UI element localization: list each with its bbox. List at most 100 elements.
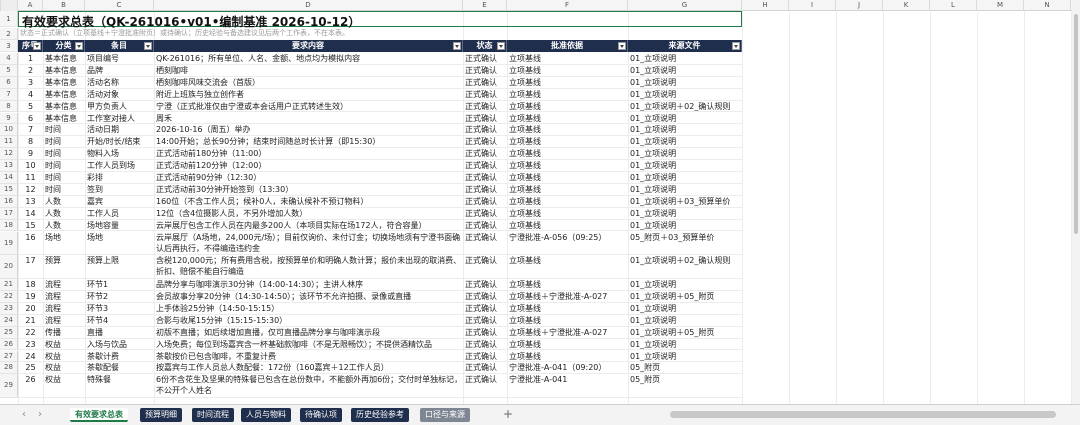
cell-no[interactable]: 22 (18, 327, 43, 339)
header-cell[interactable]: 来源文件 (628, 40, 742, 52)
row-header-18[interactable]: 18 (0, 219, 18, 232)
cell-content[interactable]: 云岸展厅（A场地，24,000元/场）；目前仅询价、未付订金；切换场地须有宁澄书… (154, 232, 463, 256)
row-header-19[interactable]: 19 (0, 231, 18, 256)
row-header-1[interactable]: 1 (0, 11, 18, 27)
cell-source[interactable]: 01_立项说明 (628, 279, 742, 291)
cell-item[interactable]: 茶歇配餐 (85, 362, 154, 375)
cell-status[interactable]: 正式确认 (463, 89, 507, 101)
cell-status[interactable]: 正式确认 (463, 208, 507, 220)
cell-no[interactable]: 16 (18, 232, 43, 256)
sheet-tab[interactable]: 有效要求总表 (70, 408, 128, 422)
cell-basis[interactable]: 立项基线 (507, 184, 628, 196)
cell-cat[interactable]: 权益 (43, 351, 85, 363)
cell-basis[interactable]: 立项基线 (507, 113, 628, 125)
filter-dropdown-icon[interactable] (618, 42, 626, 50)
cell-content[interactable]: 周禾 (154, 113, 463, 125)
cell-status[interactable]: 正式确认 (463, 101, 507, 113)
cell-no[interactable]: 23 (18, 339, 43, 351)
row-header-25[interactable]: 25 (0, 326, 18, 339)
row-header-15[interactable]: 15 (0, 183, 18, 196)
cell-item[interactable]: 项目编号 (85, 53, 154, 65)
row-header-29[interactable]: 29 (0, 374, 18, 399)
row-header-5[interactable]: 5 (0, 64, 18, 77)
cell-cat[interactable]: 人数 (43, 196, 85, 208)
cell-no[interactable]: 2 (18, 65, 43, 77)
cell-source[interactable]: 01_立项说明 (628, 351, 742, 363)
cell-status[interactable]: 正式确认 (463, 172, 507, 184)
row-header-24[interactable]: 24 (0, 314, 18, 327)
cell-item[interactable]: 甲方负责人 (85, 101, 154, 113)
row-header-10[interactable]: 10 (0, 124, 18, 137)
cell-cat[interactable]: 基本信息 (43, 101, 85, 113)
cell-source[interactable]: 01_立项说明 (628, 208, 742, 220)
cell-basis[interactable]: 立项基线 (507, 53, 628, 65)
row-header-9[interactable]: 9 (0, 112, 18, 125)
cell-status[interactable]: 正式确认 (463, 362, 507, 375)
cell-basis[interactable]: 立项基线 (507, 65, 628, 77)
cell-content[interactable]: 合影与收尾15分钟（15:15-15:30） (154, 315, 463, 327)
cell-source[interactable]: 01_立项说明＋02_确认规则 (628, 255, 742, 280)
row-header-26[interactable]: 26 (0, 338, 18, 351)
cell-no[interactable]: 13 (18, 196, 43, 208)
row-header-2[interactable]: 2 (0, 28, 18, 40)
filter-dropdown-icon[interactable] (453, 42, 461, 50)
cell-cat[interactable]: 基本信息 (43, 53, 85, 65)
cell-cat[interactable]: 基本信息 (43, 113, 85, 125)
cell-item[interactable]: 入场与饮品 (85, 339, 154, 351)
cell-content[interactable]: 按嘉宾与工作人员总人数配餐：172份（160嘉宾＋12工作人员） (154, 362, 463, 375)
cell-content[interactable]: 栖刻咖啡 (154, 65, 463, 77)
column-header-m[interactable]: M (977, 0, 1024, 11)
cell-cat[interactable]: 流程 (43, 291, 85, 303)
cell-basis[interactable]: 立项基线 (507, 279, 628, 291)
cell-basis[interactable]: 立项基线 (507, 220, 628, 232)
cell-source[interactable]: 05_附页 (628, 362, 742, 375)
cell-source[interactable]: 01_立项说明 (628, 136, 742, 149)
cell-content[interactable]: QK-261016；所有单位、人名、金额、地点均为模拟内容 (154, 53, 463, 65)
cell-cat[interactable]: 人数 (43, 220, 85, 232)
cell-status[interactable]: 正式确认 (463, 374, 507, 399)
cell-content[interactable]: 宁澄（正式批准仅由宁澄或本会话用户正式转述生效） (154, 101, 463, 113)
cell-content[interactable]: 上手体验25分钟（14:50-15:15） (154, 303, 463, 315)
cell-no[interactable]: 3 (18, 77, 43, 89)
cell-item[interactable]: 物料入场 (85, 148, 154, 161)
cell-no[interactable]: 4 (18, 89, 43, 101)
cell-content[interactable]: 附近上班族与独立创作者 (154, 89, 463, 101)
cell-source[interactable]: 05_附页 (628, 374, 742, 399)
cell-content[interactable]: 正式活动前90分钟（12:30） (154, 172, 463, 184)
cell-basis[interactable]: 宁澄批准-A-056（09:25） (507, 232, 628, 256)
cell-basis[interactable]: 立项基线 (507, 148, 628, 161)
cell-basis[interactable]: 宁澄批准-A-041 (507, 374, 628, 399)
cell-source[interactable]: 01_立项说明 (628, 148, 742, 161)
row-header-28[interactable]: 28 (0, 362, 18, 375)
cell-content[interactable]: 正式活动前30分钟开始签到（13:30） (154, 184, 463, 196)
row-header-8[interactable]: 8 (0, 100, 18, 113)
cell-item[interactable]: 茶歇计费 (85, 351, 154, 363)
filter-dropdown-icon[interactable] (732, 42, 740, 50)
tab-next-icon[interactable]: › (34, 409, 46, 421)
cell-item[interactable]: 环节3 (85, 303, 154, 315)
cell-content[interactable]: 2026-10-16（周五）举办 (154, 124, 463, 137)
cell-status[interactable]: 正式确认 (463, 113, 507, 125)
row-header-13[interactable]: 13 (0, 160, 18, 172)
cell-no[interactable]: 7 (18, 124, 43, 137)
column-header-i[interactable]: I (789, 0, 836, 11)
cell-status[interactable]: 正式确认 (463, 303, 507, 315)
cell-cat[interactable]: 时间 (43, 160, 85, 172)
cell-status[interactable]: 正式确认 (463, 327, 507, 339)
row-header-3[interactable]: 3 (0, 40, 18, 52)
cell-no[interactable]: 14 (18, 208, 43, 220)
column-header-a[interactable]: A (18, 0, 43, 11)
cell-source[interactable]: 01_立项说明 (628, 172, 742, 184)
horizontal-scrollbar[interactable] (670, 411, 1056, 418)
sheet-tab[interactable]: 待确认项 (300, 408, 342, 422)
cell-item[interactable]: 活动日期 (85, 124, 154, 137)
cell-cat[interactable]: 流程 (43, 279, 85, 291)
sheet-tab[interactable]: 时间流程 (192, 408, 234, 422)
cell-no[interactable]: 10 (18, 160, 43, 172)
cell-no[interactable]: 19 (18, 291, 43, 303)
cell-source[interactable]: 05_附页＋03_预算单价 (628, 232, 742, 256)
cell-content[interactable]: 会员故事分享20分钟（14:30-14:50）；该环节不允许拍摄、录像或直播 (154, 291, 463, 303)
cell-basis[interactable]: 立项基线 (507, 255, 628, 280)
cell-cat[interactable]: 基本信息 (43, 65, 85, 77)
cell-source[interactable]: 01_立项说明＋03_预算单价 (628, 196, 742, 208)
